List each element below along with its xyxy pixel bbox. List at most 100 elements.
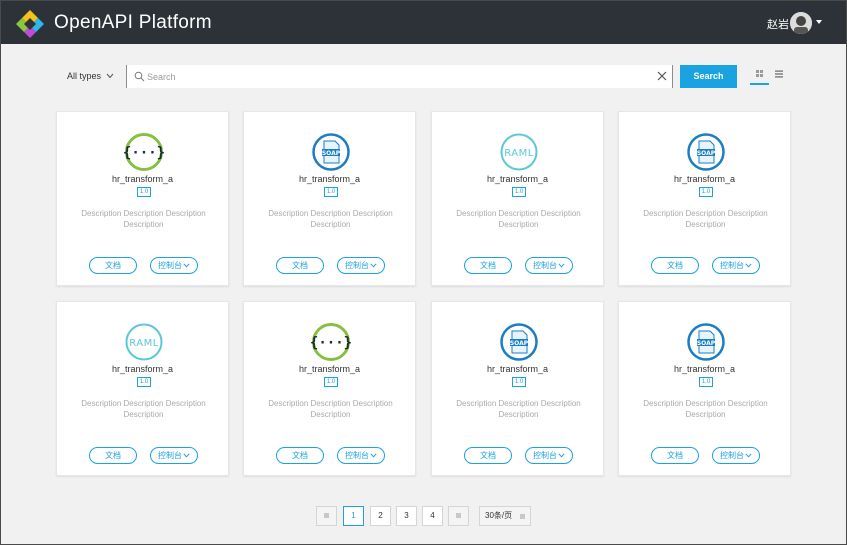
svg-text:SOAP: SOAP xyxy=(697,150,716,157)
docs-button[interactable]: 文档 xyxy=(89,447,137,464)
api-title[interactable]: hr_transform_a xyxy=(244,364,415,374)
api-card[interactable]: SOAP hr_transform_a 1.0 Description Descrip… xyxy=(431,301,604,476)
next-page-icon xyxy=(456,513,461,519)
api-card[interactable]: SOAP hr_transform_a 1.0 Description Descrip… xyxy=(618,301,791,476)
docs-button[interactable]: 文档 xyxy=(464,257,512,274)
page-button-3[interactable]: 3 xyxy=(396,506,417,526)
chevron-down-icon xyxy=(370,263,377,268)
version-badge: 1.0 xyxy=(512,377,526,387)
api-description: Description Description Description Desc… xyxy=(643,209,768,229)
soap-icon: SOAP xyxy=(311,132,351,172)
page-button-2[interactable]: 2 xyxy=(370,506,391,526)
page-button-1[interactable]: 1 xyxy=(343,506,364,526)
soap-icon: SOAP xyxy=(499,322,539,362)
console-label: 控制台 xyxy=(533,451,557,460)
raml-icon: RAML xyxy=(124,322,164,362)
console-button[interactable]: 控制台 xyxy=(337,257,385,274)
api-title[interactable]: hr_transform_a xyxy=(619,174,790,184)
api-card[interactable]: SOAP hr_transform_a 1.0 Description Descrip… xyxy=(243,111,416,286)
search-button[interactable]: Search xyxy=(680,65,737,88)
docs-button[interactable]: 文档 xyxy=(276,257,324,274)
api-description: Description Description Description Desc… xyxy=(643,399,768,419)
next-page-button[interactable] xyxy=(448,506,469,526)
svg-text:RAML: RAML xyxy=(129,338,159,349)
console-button[interactable]: 控制台 xyxy=(337,447,385,464)
chevron-down-icon xyxy=(558,263,565,268)
grid-icon xyxy=(756,70,763,77)
api-title[interactable]: hr_transform_a xyxy=(244,174,415,184)
search-box xyxy=(126,65,673,88)
console-button[interactable]: 控制台 xyxy=(712,447,760,464)
api-description: Description Description Description Desc… xyxy=(456,209,581,229)
version-badge: 1.0 xyxy=(324,377,338,387)
console-button[interactable]: 控制台 xyxy=(150,257,198,274)
console-label: 控制台 xyxy=(533,261,557,270)
list-icon[interactable] xyxy=(774,69,784,79)
api-title[interactable]: hr_transform_a xyxy=(432,174,603,184)
api-card[interactable]: {···} hr_transform_a 1.0 Description Descri… xyxy=(56,111,229,286)
app-title: OpenAPI Platform xyxy=(54,12,212,33)
console-button[interactable]: 控制台 xyxy=(150,447,198,464)
console-label: 控制台 xyxy=(158,451,182,460)
svg-text:RAML: RAML xyxy=(504,148,534,159)
api-card[interactable]: SOAP hr_transform_a 1.0 Description Descrip… xyxy=(618,111,791,286)
svg-text:SOAP: SOAP xyxy=(322,150,341,157)
api-description: Description Description Description Desc… xyxy=(81,399,206,419)
raml-icon: RAML xyxy=(499,132,539,172)
version-badge: 1.0 xyxy=(324,187,338,197)
api-description: Description Description Description Desc… xyxy=(456,399,581,419)
console-label: 控制台 xyxy=(345,261,369,270)
chevron-down-icon xyxy=(183,263,190,268)
svg-text:{···}: {···} xyxy=(124,145,164,161)
docs-button[interactable]: 文档 xyxy=(276,447,324,464)
user-menu-caret-icon[interactable] xyxy=(816,20,822,24)
console-button[interactable]: 控制台 xyxy=(712,257,760,274)
app-window: OpenAPI Platform 赵岩 All types Search Sea… xyxy=(1,1,846,544)
console-label: 控制台 xyxy=(158,261,182,270)
api-title[interactable]: hr_transform_a xyxy=(619,364,790,374)
avatar[interactable] xyxy=(790,12,812,34)
api-description: Description Description Description Desc… xyxy=(268,209,393,229)
openapi-logo-icon[interactable] xyxy=(15,9,45,39)
version-badge: 1.0 xyxy=(699,187,713,197)
console-button[interactable]: 控制台 xyxy=(525,447,573,464)
chevron-down-icon xyxy=(558,453,565,458)
chevron-down-icon xyxy=(106,73,114,79)
swagger-icon: {···} xyxy=(310,322,352,362)
grid-view-toggle[interactable] xyxy=(750,65,769,85)
chevron-down-icon xyxy=(183,453,190,458)
user-name[interactable]: 赵岩 xyxy=(767,16,789,32)
docs-button[interactable]: 文档 xyxy=(651,447,699,464)
chevron-down-icon xyxy=(370,453,377,458)
search-input[interactable] xyxy=(147,69,647,84)
api-card[interactable]: {···} hr_transform_a 1.0 Description Descri… xyxy=(243,301,416,476)
api-title[interactable]: hr_transform_a xyxy=(57,174,228,184)
soap-icon: SOAP xyxy=(686,132,726,172)
avatar-image-icon xyxy=(790,12,812,34)
api-card[interactable]: RAML hr_transform_a 1.0 Description Descrip… xyxy=(431,111,604,286)
version-badge: 1.0 xyxy=(137,187,151,197)
top-header: OpenAPI Platform 赵岩 xyxy=(1,1,846,44)
prev-page-button[interactable] xyxy=(316,506,337,526)
docs-button[interactable]: 文档 xyxy=(464,447,512,464)
page-size-label: 30条/页 xyxy=(485,511,513,520)
console-label: 控制台 xyxy=(720,261,744,270)
prev-page-icon xyxy=(324,513,329,519)
svg-text:SOAP: SOAP xyxy=(697,340,716,347)
close-icon[interactable] xyxy=(656,70,668,82)
page-size-dropdown-icon xyxy=(520,514,525,519)
docs-button[interactable]: 文档 xyxy=(651,257,699,274)
api-description: Description Description Description Desc… xyxy=(268,399,393,419)
console-button[interactable]: 控制台 xyxy=(525,257,573,274)
version-badge: 1.0 xyxy=(699,377,713,387)
version-badge: 1.0 xyxy=(137,377,151,387)
page-button-4[interactable]: 4 xyxy=(422,506,443,526)
docs-button[interactable]: 文档 xyxy=(89,257,137,274)
type-filter-dropdown[interactable]: All types xyxy=(67,71,114,81)
console-label: 控制台 xyxy=(720,451,744,460)
api-card[interactable]: RAML hr_transform_a 1.0 Description Descrip… xyxy=(56,301,229,476)
api-title[interactable]: hr_transform_a xyxy=(57,364,228,374)
api-title[interactable]: hr_transform_a xyxy=(432,364,603,374)
page-size-select[interactable]: 30条/页 xyxy=(479,506,531,526)
soap-icon: SOAP xyxy=(686,322,726,362)
